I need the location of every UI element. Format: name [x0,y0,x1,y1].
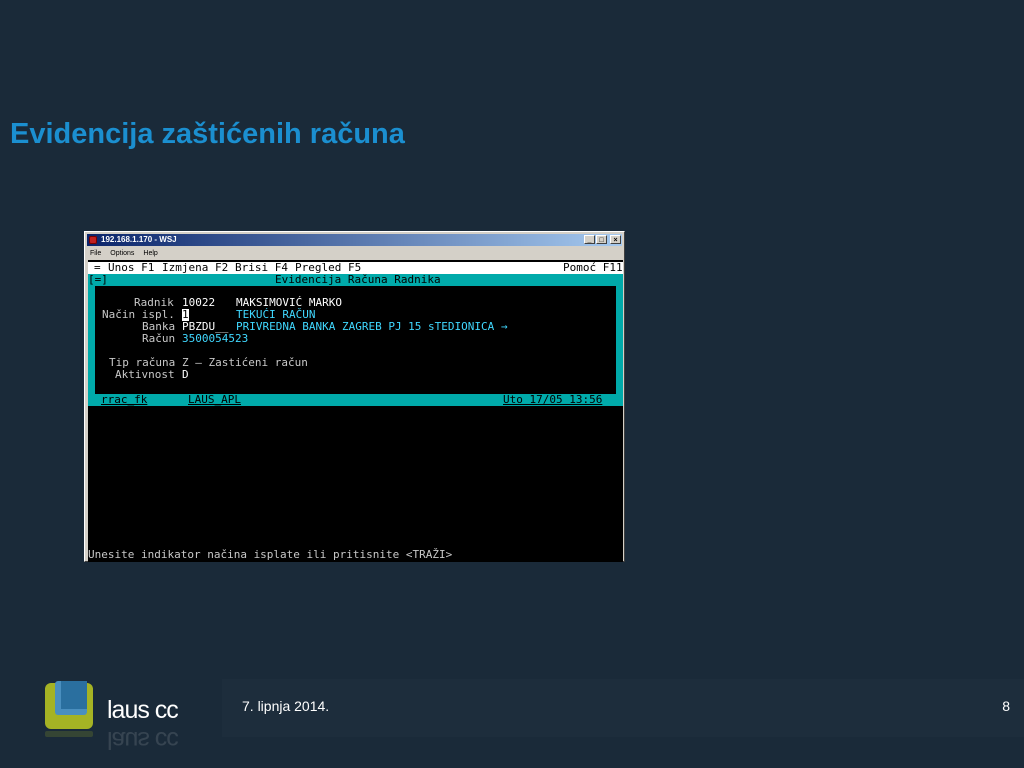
laus-logo: laus cc laus cc [45,681,205,754]
status-bar: rrac_fk LAUS_APL Uto 17/05 13:56 [88,394,623,406]
menu-izmjena[interactable]: Izmjena F2 [162,262,228,274]
aktivnost-label: Aktivnost [115,368,175,381]
aktivnost-field[interactable]: D [182,369,189,381]
minimize-button[interactable]: _ [584,235,595,244]
window-title: 192.168.1.170 - WSJ [101,235,177,244]
prompt-line: Unesite indikator načina isplate ili pri… [88,548,453,561]
banka-desc: PRIVREDNA BANKA ZAGREB PJ 15 sTEDIONICA … [236,320,508,333]
logo-text: laus cc [107,696,179,724]
header-marker: [=] [88,273,108,286]
menu-pomoc[interactable]: Pomoć F11 [563,262,623,274]
page-number: 8 [1002,698,1010,714]
footer-date: 7. lipnja 2014. [242,698,330,714]
close-button[interactable]: × [610,235,621,244]
slide-title: Evidencija zaštićenih računa [10,118,405,150]
racun-field[interactable]: 3500054523 [182,333,248,345]
menu-file[interactable]: File [90,248,101,259]
menu-options[interactable]: Options [110,248,134,259]
status-app: LAUS_APL [188,393,241,406]
window-titlebar[interactable]: 192.168.1.170 - WSJ _ □ × [87,234,622,246]
form-header: [=] Evidencija Računa Radnika [88,274,623,286]
app-icon [89,236,97,244]
logo-reflection: laus cc [107,726,178,754]
menu-help[interactable]: Help [143,248,157,259]
menu-unos[interactable]: Unos F1 [108,262,154,274]
maximize-button[interactable]: □ [596,235,607,244]
racun-label: Račun [142,332,176,345]
window-menubar: File Options Help [87,248,622,259]
terminal-window: 192.168.1.170 - WSJ _ □ × File Options H… [84,231,625,562]
status-datetime: Uto 17/05 13:56 [503,393,603,406]
form-panel: Radnik 10022 MAKSIMOVIĆ MARKO Način ispl… [88,286,623,406]
form-title: Evidencija Računa Radnika [275,273,441,286]
terminal-screen[interactable]: = Unos F1 Izmjena F2 Brisi F4 Pregled F5… [88,260,623,562]
form-box: Radnik 10022 MAKSIMOVIĆ MARKO Način ispl… [95,286,616,394]
logo-mark-icon [45,681,93,737]
window-controls: _ □ × [584,235,621,245]
tip-field[interactable]: Z – Zastićeni račun [182,357,308,369]
status-form: rrac_fk [101,393,148,406]
footer-bar [222,679,1024,737]
